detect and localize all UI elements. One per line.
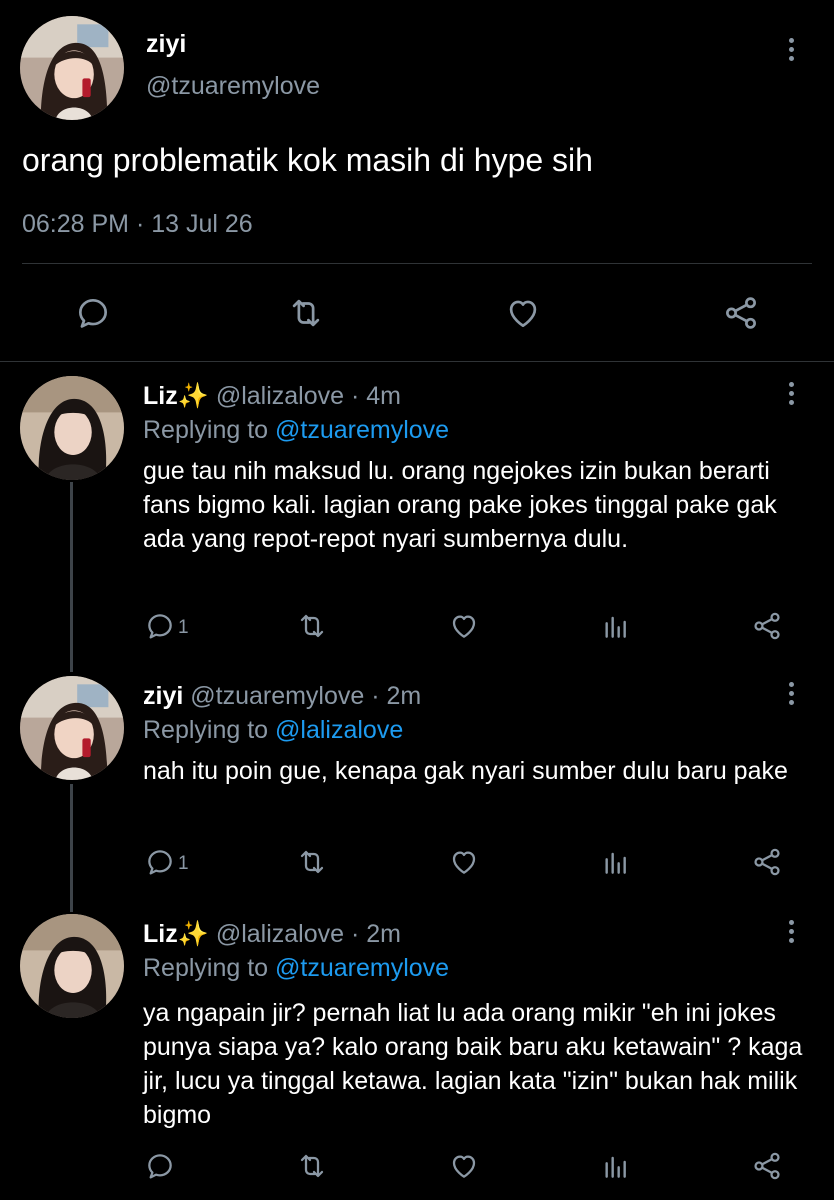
reply-icon[interactable] — [74, 294, 112, 332]
display-name[interactable]: ziyi — [146, 30, 186, 59]
like-icon[interactable] — [448, 846, 480, 878]
like-icon[interactable] — [504, 294, 542, 332]
main-tweet: ziyi @tzuaremylove orang problematik kok… — [0, 0, 834, 362]
reply-text: nah itu poin gue, kenapa gak nyari sumbe… — [143, 757, 788, 785]
tweet-text: orang problematik kok masih di hype sih — [22, 142, 593, 178]
reply-count: 1 — [178, 617, 189, 638]
divider — [22, 263, 812, 264]
mention-link[interactable]: @tzuaremylove — [275, 416, 449, 444]
reply-header: Liz✨ @lalizalove · 4m — [143, 382, 401, 411]
share-icon[interactable] — [722, 294, 760, 332]
display-name[interactable]: Liz✨ — [143, 382, 209, 410]
tweet-timestamp[interactable]: 06:28 PM · 13 Jul 26 — [22, 210, 253, 239]
reply-count: 1 — [178, 853, 189, 874]
replying-to: Replying to @lalizalove — [143, 716, 403, 745]
like-icon[interactable] — [448, 1150, 480, 1182]
reply-tweet[interactable]: Liz✨ @lalizalove · 2m Replying to @tzuar… — [0, 900, 834, 1200]
retweet-icon[interactable] — [296, 846, 328, 878]
share-icon[interactable] — [751, 846, 783, 878]
retweet-icon[interactable] — [296, 610, 328, 642]
more-icon[interactable] — [782, 36, 802, 64]
handle[interactable]: @tzuaremylove — [146, 72, 320, 101]
retweet-icon[interactable] — [296, 1150, 328, 1182]
replying-to: Replying to @tzuaremylove — [143, 416, 449, 445]
reply-tweet[interactable]: ziyi @tzuaremylove · 2m Replying to @lal… — [0, 662, 834, 912]
replying-prefix: Replying to — [143, 716, 276, 744]
retweet-icon[interactable] — [287, 294, 325, 332]
analytics-icon[interactable] — [600, 1150, 632, 1182]
mention-link[interactable]: @lalizalove — [275, 716, 403, 744]
handle-time[interactable]: @lalizalove · 2m — [216, 920, 401, 948]
reply-header: Liz✨ @lalizalove · 2m — [143, 920, 401, 949]
display-name[interactable]: ziyi — [143, 682, 183, 710]
reply-icon[interactable] — [144, 610, 176, 642]
share-icon[interactable] — [751, 1150, 783, 1182]
reply-text: ya ngapain jir? pernah liat lu ada orang… — [143, 999, 803, 1129]
more-icon[interactable] — [782, 380, 802, 408]
reply-text: gue tau nih maksud lu. orang ngejokes iz… — [143, 457, 777, 553]
share-icon[interactable] — [751, 610, 783, 642]
display-name[interactable]: Liz✨ — [143, 920, 209, 948]
reply-icon[interactable] — [144, 846, 176, 878]
handle-time[interactable]: @tzuaremylove · 2m — [190, 682, 421, 710]
analytics-icon[interactable] — [600, 610, 632, 642]
reply-tweet[interactable]: Liz✨ @lalizalove · 4m Replying to @tzuar… — [0, 362, 834, 662]
replying-prefix: Replying to — [143, 416, 276, 444]
replying-prefix: Replying to — [143, 954, 276, 982]
more-icon[interactable] — [782, 680, 802, 708]
more-icon[interactable] — [782, 918, 802, 946]
mention-link[interactable]: @tzuaremylove — [275, 954, 449, 982]
replying-to: Replying to @tzuaremylove — [143, 954, 449, 983]
handle-time[interactable]: @lalizalove · 4m — [216, 382, 401, 410]
avatar[interactable] — [20, 16, 124, 120]
reply-icon[interactable] — [144, 1150, 176, 1182]
like-icon[interactable] — [448, 610, 480, 642]
avatar[interactable] — [20, 914, 124, 1018]
analytics-icon[interactable] — [600, 846, 632, 878]
avatar[interactable] — [20, 676, 124, 780]
reply-header: ziyi @tzuaremylove · 2m — [143, 682, 421, 711]
avatar[interactable] — [20, 376, 124, 480]
